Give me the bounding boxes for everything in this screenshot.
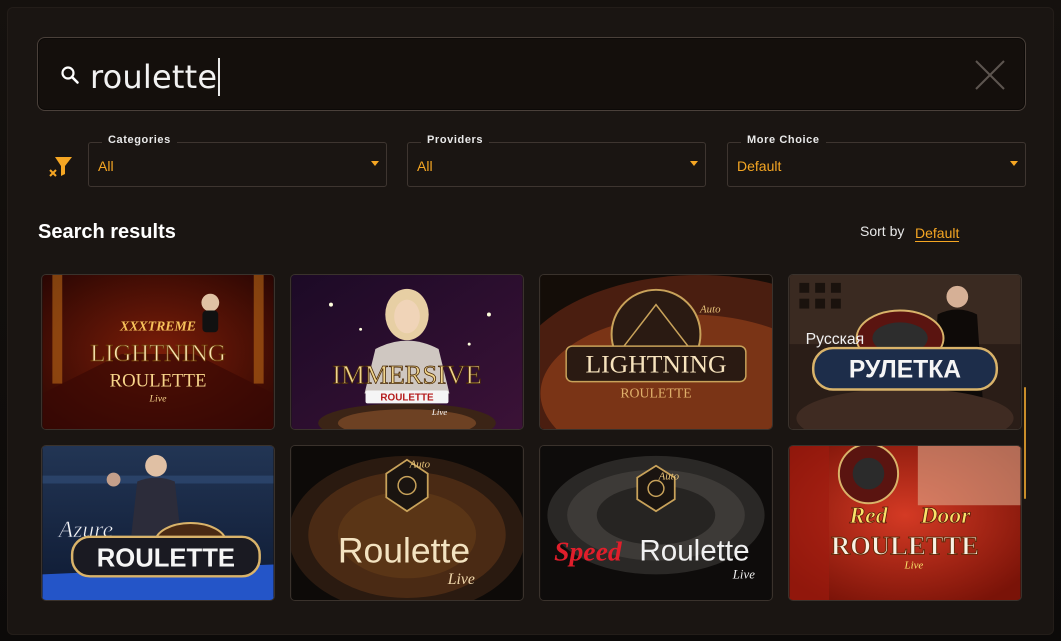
game-title-line: Roulette — [338, 530, 470, 570]
game-thumbnail: Azure ROULETTE — [42, 446, 274, 600]
game-title-line: ROULETTE — [97, 544, 235, 572]
game-title-line: Auto — [658, 471, 680, 483]
game-title-line: Speed — [554, 536, 623, 567]
game-title-line: РУЛЕТКА — [849, 357, 961, 384]
categories-select-box[interactable] — [88, 142, 387, 187]
sort-select[interactable]: Default — [915, 226, 960, 242]
game-title-line: ROULETTE — [110, 371, 207, 392]
search-input[interactable]: roulette — [90, 58, 221, 96]
game-title-line: Live — [732, 567, 755, 581]
game-card-immersive-roulette[interactable]: IMMERSIVE ROULETTE Live — [290, 274, 524, 430]
search-input-text: roulette — [90, 58, 218, 96]
results-heading: Search results — [38, 221, 176, 243]
game-title-line: IMMERSIVE — [332, 360, 482, 390]
game-thumbnail: XXXTREME LIGHTNING ROULETTE Live — [42, 275, 274, 429]
game-card-red-door-roulette[interactable]: Red Door ROULETTE Live — [788, 445, 1022, 601]
game-card-auto-roulette[interactable]: Auto Roulette Live — [290, 445, 524, 601]
providers-select-box[interactable] — [407, 142, 706, 187]
game-card-russkaya-ruletka[interactable]: Русская РУЛЕТКА — [788, 274, 1022, 430]
game-title-line: Live — [904, 559, 924, 571]
game-title-line: Live — [431, 407, 447, 417]
game-thumbnail: Red Door ROULETTE Live — [789, 446, 1021, 600]
game-title-line: Live — [149, 393, 168, 404]
chevron-down-icon — [371, 161, 379, 166]
game-title-line: Roulette — [639, 535, 749, 568]
game-thumbnail: Русская РУЛЕТКА — [789, 275, 1021, 429]
close-icon[interactable] — [973, 58, 1007, 92]
game-title-line: Door — [919, 503, 971, 529]
sort-label: Sort by — [860, 223, 905, 239]
game-thumbnail: Auto Roulette Live — [291, 446, 523, 600]
categories-value: All — [98, 158, 114, 174]
game-thumbnail: Auto Speed Roulette Live — [540, 446, 772, 600]
results-scrollbar[interactable] — [1024, 387, 1026, 499]
chevron-down-icon — [690, 161, 698, 166]
search-bar[interactable]: roulette — [37, 37, 1026, 111]
search-modal: roulette Categories All Providers All Mo… — [7, 7, 1054, 635]
search-icon — [61, 66, 79, 84]
game-card-xxxtreme-lightning-roulette[interactable]: XXXTREME LIGHTNING ROULETTE Live — [41, 274, 275, 430]
more-choice-dropdown[interactable]: More Choice Default — [727, 134, 1026, 187]
filter-clear-icon[interactable] — [48, 153, 74, 179]
providers-dropdown[interactable]: Providers All — [407, 134, 706, 187]
game-card-azure-roulette[interactable]: Azure ROULETTE — [41, 445, 275, 601]
game-title-line: ROULETTE — [380, 392, 434, 403]
game-thumbnail: Auto LIGHTNING ROULETTE — [540, 275, 772, 429]
more-choice-value: Default — [737, 158, 782, 174]
chevron-down-icon — [1010, 161, 1018, 166]
game-card-auto-lightning-roulette[interactable]: Auto LIGHTNING ROULETTE — [539, 274, 773, 430]
categories-label: Categories — [102, 134, 177, 146]
more-choice-label: More Choice — [741, 134, 826, 146]
game-title-line: XXXTREME — [119, 318, 196, 333]
providers-value: All — [417, 158, 433, 174]
providers-label: Providers — [421, 134, 490, 146]
game-title-line: Русская — [806, 331, 865, 348]
game-title-line: ROULETTE — [831, 531, 979, 561]
game-title-line: Auto — [409, 459, 431, 471]
text-caret — [218, 58, 221, 96]
game-title-line: ROULETTE — [620, 385, 691, 400]
game-title-line: Live — [447, 571, 475, 588]
game-title-line: LIGHTNING — [90, 340, 226, 367]
game-title-line: Auto — [699, 304, 721, 316]
categories-dropdown[interactable]: Categories All — [88, 134, 387, 187]
game-title-line: LIGHTNING — [585, 350, 726, 379]
game-thumbnail: IMMERSIVE ROULETTE Live — [291, 275, 523, 429]
game-title-line: Red — [848, 503, 888, 529]
game-card-speed-roulette[interactable]: Auto Speed Roulette Live — [539, 445, 773, 601]
